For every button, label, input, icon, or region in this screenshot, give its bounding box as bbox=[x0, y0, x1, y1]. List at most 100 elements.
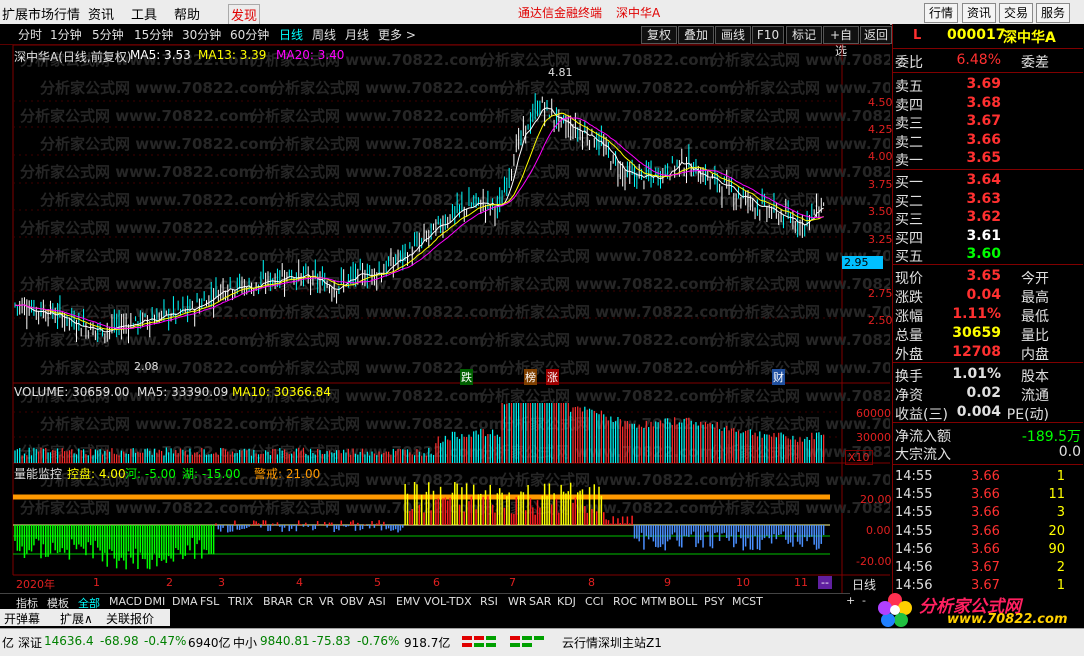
ask-value: 3.68 bbox=[966, 94, 1001, 111]
related-quote-tab[interactable]: 关联报价 bbox=[106, 610, 154, 627]
service-button[interactable]: 服务 bbox=[1036, 3, 1070, 23]
indicator-tab-10[interactable]: VR bbox=[319, 595, 334, 608]
indicator-tab-18[interactable]: KDJ bbox=[557, 595, 576, 608]
stock-title: 深中华A bbox=[616, 6, 661, 20]
event-marker-cai[interactable]: 财 bbox=[772, 369, 785, 385]
event-marker-bang[interactable]: 榜 bbox=[524, 369, 537, 385]
menu-news[interactable]: 资讯 bbox=[88, 4, 114, 23]
period-more[interactable]: 更多 > bbox=[378, 26, 416, 43]
bid-label: 买三 bbox=[895, 212, 923, 228]
menu-ext-market[interactable]: 扩展市场行情 bbox=[2, 4, 80, 23]
quote-value: 1.11% bbox=[952, 306, 1001, 322]
tick-volume: 90 bbox=[1048, 541, 1065, 557]
menu-discover[interactable]: 发现 bbox=[228, 4, 261, 25]
add-favorite-button[interactable]: +自选 bbox=[823, 26, 859, 58]
ask-row: 卖四 3.68 bbox=[893, 94, 1083, 114]
indicator-tab-8[interactable]: BRAR bbox=[263, 595, 293, 608]
date-month: 2 bbox=[166, 576, 173, 589]
menu-help[interactable]: 帮助 bbox=[174, 4, 200, 23]
watermark-text: 分析家公式网 www.70822.com bbox=[480, 331, 714, 349]
period-1min[interactable]: 1分钟 bbox=[50, 26, 82, 43]
extend-tab[interactable]: 扩展∧ bbox=[60, 610, 93, 627]
ask-row: 卖三 3.67 bbox=[893, 113, 1083, 132]
sz-label[interactable]: 深证 bbox=[18, 634, 42, 651]
f10-button[interactable]: F10 bbox=[752, 26, 784, 44]
watermark-text: 分析家公式网 www.70822.com bbox=[730, 471, 890, 489]
indicator-tab-20[interactable]: ROC bbox=[613, 595, 637, 608]
period-weekly[interactable]: 周线 bbox=[312, 26, 336, 43]
watermark-text: 分析家公式网 www.70822.com bbox=[250, 163, 484, 181]
indicator-tab-4[interactable]: DMI bbox=[144, 595, 165, 608]
indicator-tab-9[interactable]: CR bbox=[298, 595, 313, 608]
status-prev-amt: 亿 bbox=[2, 636, 15, 650]
fuquan-button[interactable]: 复权 bbox=[641, 26, 677, 44]
indicator-tab-12[interactable]: ASI bbox=[368, 595, 386, 608]
news-button[interactable]: 资讯 bbox=[962, 3, 996, 23]
period-monthly[interactable]: 月线 bbox=[345, 26, 369, 43]
period-30min[interactable]: 30分钟 bbox=[182, 26, 221, 43]
tabs-minus[interactable]: - bbox=[862, 594, 866, 607]
tabs-plus[interactable]: + bbox=[846, 594, 855, 607]
watermark-text: 分析家公式网 www.70822.com bbox=[270, 79, 504, 97]
back-button[interactable]: 返回 bbox=[860, 26, 892, 44]
tick-row: 14:56 3.67 2 bbox=[893, 560, 1083, 578]
bid-label: 买五 bbox=[895, 249, 923, 265]
watermark-text: 分析家公式网 www.70822.com bbox=[480, 219, 714, 237]
fin-value: 1.01% bbox=[952, 366, 1001, 382]
indicator-tab-11[interactable]: OBV bbox=[340, 595, 363, 608]
quote-row: 涨跌 0.04 最高 bbox=[893, 287, 1083, 306]
mark-button[interactable]: 标记 bbox=[786, 26, 822, 44]
period-daily[interactable]: 日线 bbox=[279, 26, 303, 43]
bid-label: 买二 bbox=[895, 193, 923, 210]
watermark-text: 分析家公式网 www.70822.com bbox=[500, 303, 734, 321]
bid-row: 买三 3.62 bbox=[893, 209, 1083, 228]
menu-tools[interactable]: 工具 bbox=[131, 4, 157, 23]
zx-label[interactable]: 中小 bbox=[233, 634, 257, 651]
sz-amount: 6940亿 bbox=[188, 636, 231, 650]
quote-panel: L 000017 深中华A 委比 6.48% 委差 卖五 3.69 卖四 3.68 卖三… bbox=[892, 24, 1084, 599]
y-tick: 2.50 bbox=[868, 314, 893, 327]
indicator-tab-23[interactable]: PSY bbox=[704, 595, 724, 608]
danmu-tab[interactable]: 开弹幕 bbox=[4, 610, 40, 627]
date-month: 9 bbox=[664, 576, 671, 589]
kline-chart-area[interactable]: 分析家公式网 www.70822.com 分析家公式网 www.70822.com… bbox=[0, 45, 890, 593]
market-breadth-icon bbox=[462, 636, 544, 647]
period-indicator[interactable]: 日线 bbox=[852, 576, 876, 593]
ask-label: 卖四 bbox=[895, 97, 923, 114]
period-60min[interactable]: 60分钟 bbox=[230, 26, 269, 43]
stock-name: 深中华A bbox=[1003, 30, 1056, 46]
chart-legend-title: 深中华A(日线,前复权) bbox=[14, 50, 132, 64]
indicator-tab-15[interactable]: RSI bbox=[480, 595, 498, 608]
period-15min[interactable]: 15分钟 bbox=[134, 26, 173, 43]
indicator-tab-16[interactable]: WR bbox=[508, 595, 527, 608]
indicator-tab-24[interactable]: MCST bbox=[732, 595, 763, 608]
zx-change: -75.83 bbox=[312, 634, 351, 648]
indicator-title: 量能监控 bbox=[14, 467, 63, 481]
indicator-tab-3[interactable]: MACD bbox=[109, 595, 142, 608]
indicator-tab-7[interactable]: TRIX bbox=[228, 595, 253, 608]
date-month: 7 bbox=[509, 576, 516, 589]
watermark-text: 分析家公式网 www.70822.com bbox=[500, 191, 734, 209]
period-5min[interactable]: 5分钟 bbox=[92, 26, 124, 43]
indicator-tab-21[interactable]: MTM bbox=[641, 595, 667, 608]
indicator-tab-17[interactable]: SAR bbox=[529, 595, 551, 608]
indicator-tab-5[interactable]: DMA bbox=[172, 595, 198, 608]
tick-time: 14:55 bbox=[895, 469, 933, 484]
indicator-tab-22[interactable]: BOLL bbox=[669, 595, 697, 608]
server-status[interactable]: 云行情深圳主站Z1 bbox=[562, 634, 662, 651]
flower-logo-icon bbox=[878, 593, 912, 627]
event-marker-die[interactable]: 跌 bbox=[460, 369, 473, 385]
quote-button[interactable]: 行情 bbox=[924, 3, 958, 23]
indicator-tab-13[interactable]: EMV bbox=[396, 595, 420, 608]
event-marker-zhang[interactable]: 涨 bbox=[546, 369, 559, 385]
draw-button[interactable]: 画线 bbox=[715, 26, 751, 44]
overlay-button[interactable]: 叠加 bbox=[678, 26, 714, 44]
ask-label: 卖三 bbox=[895, 116, 923, 132]
indicator-tab-6[interactable]: FSL bbox=[200, 595, 219, 608]
ask-row: 卖二 3.66 bbox=[893, 132, 1083, 151]
indicator-tab-19[interactable]: CCI bbox=[585, 595, 604, 608]
he-label: 河: -5.00 bbox=[125, 467, 176, 481]
period-fenshi[interactable]: 分时 bbox=[18, 26, 42, 43]
trade-button[interactable]: 交易 bbox=[999, 3, 1033, 23]
indicator-tab-14[interactable]: VOL-TDX bbox=[424, 595, 472, 608]
